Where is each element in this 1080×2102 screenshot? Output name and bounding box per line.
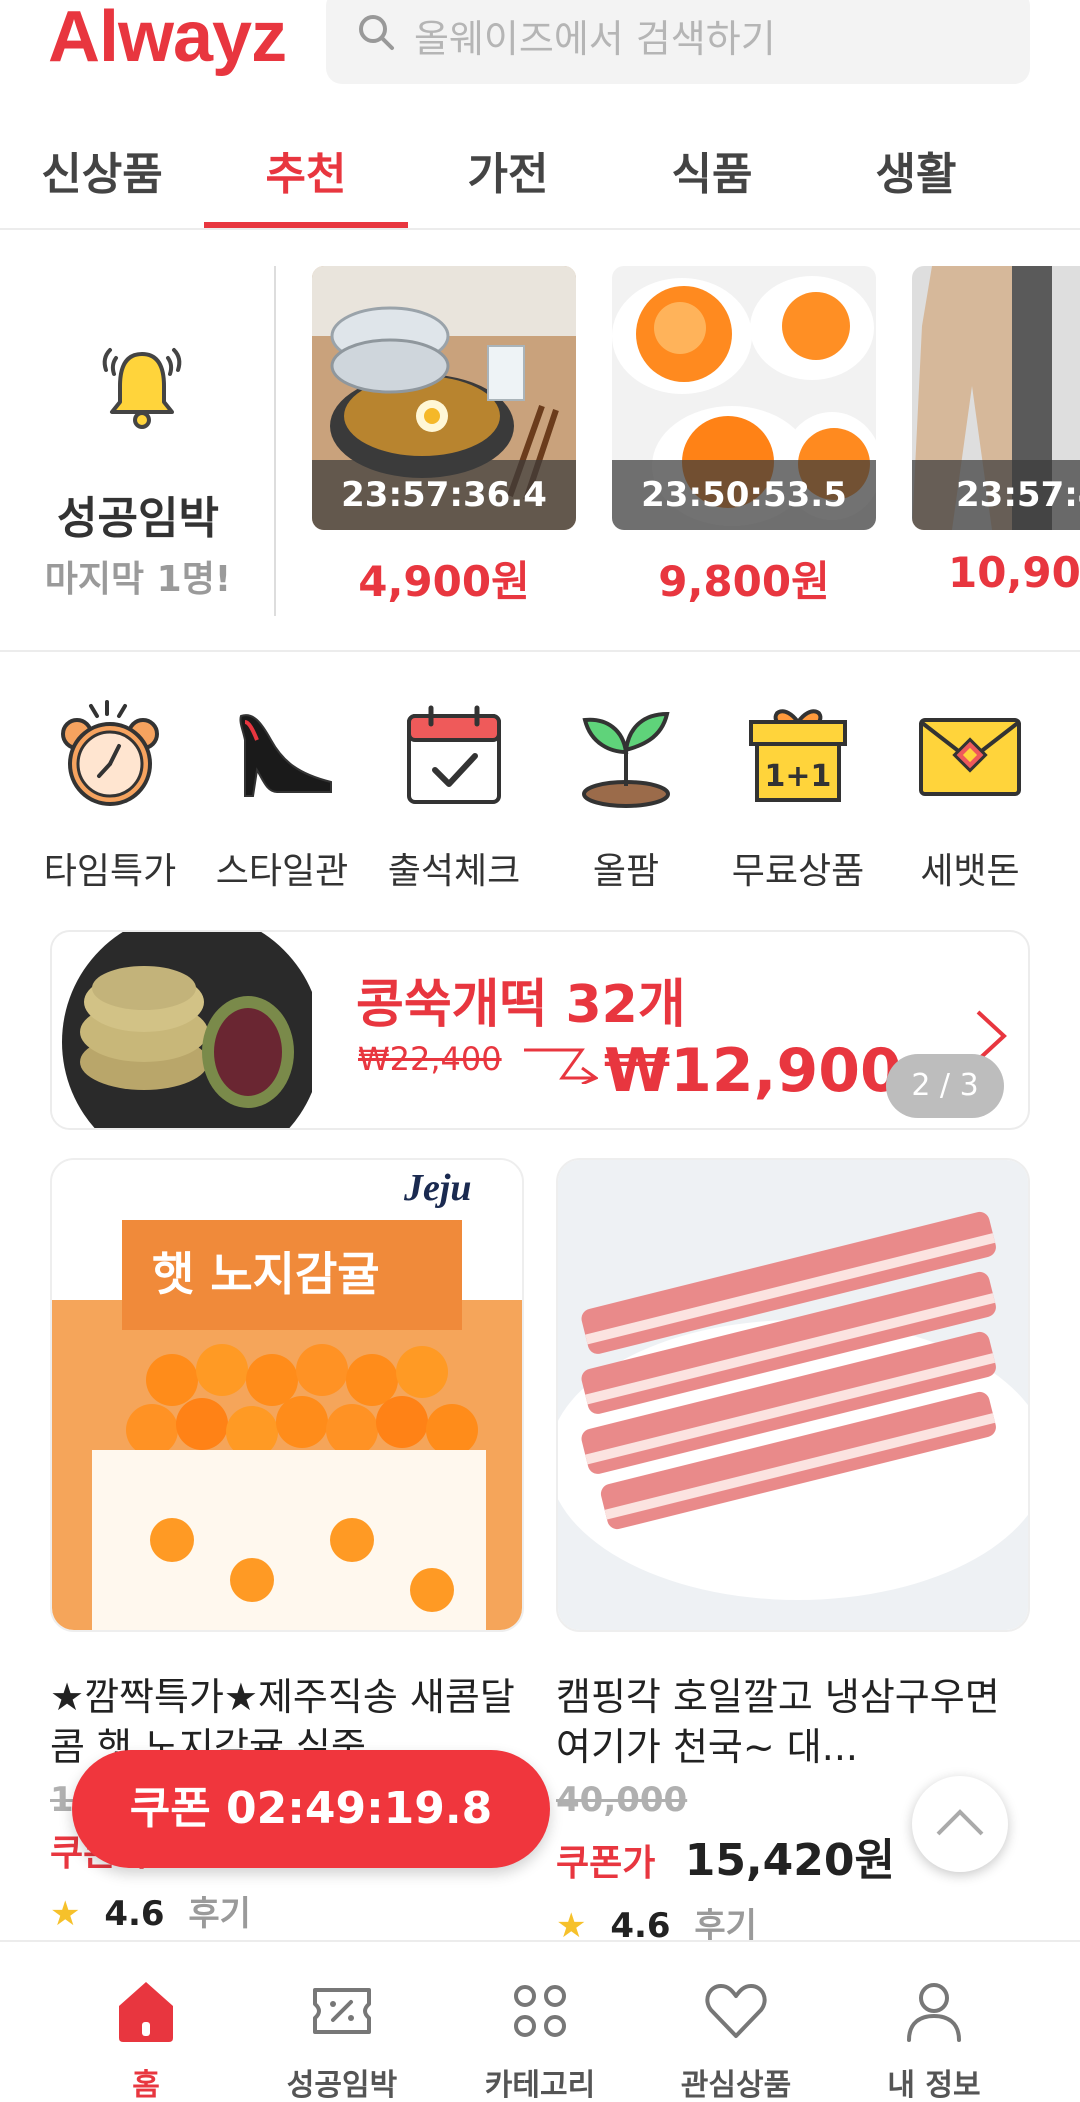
product-image: Jeju 햇 노지감귤 [50, 1158, 524, 1632]
coupon-price-label: 쿠폰가 [556, 1843, 656, 1884]
promo-banner[interactable]: 콩쑥개떡 32개 ₩22,400 ₩12,900 2 / 3 [50, 930, 1030, 1130]
star-icon: ★ [50, 1894, 81, 1934]
product-rating: ★ 4.6 후기 [50, 1886, 524, 1935]
tab-food[interactable]: 식품 [612, 138, 812, 202]
shortcut-label: 올팜 [592, 851, 660, 892]
person-icon [907, 1983, 961, 2042]
nav-my-info[interactable]: 내 정보 [834, 1976, 1034, 2102]
deal-card[interactable]: 23:57:36.4 4,900원 [312, 266, 576, 609]
category-tabs: 신상품 추천 가전 식품 생활 [0, 128, 1080, 230]
deal-price: 9,800원 [658, 557, 830, 606]
deal-timer: 23:50:53.5 [612, 460, 876, 530]
success-title: 성공임박 [57, 493, 219, 544]
banner-title: 콩쑥개떡 32개 [356, 975, 686, 1035]
active-tab-indicator [204, 222, 408, 228]
heart-icon [705, 1984, 767, 2038]
tab-recommended[interactable]: 추천 [206, 138, 406, 202]
shortcut-label: 출석체크 [387, 851, 521, 892]
search-placeholder: 올웨이즈에서 검색하기 [414, 17, 776, 61]
banner-new-price: ₩12,900 [604, 1036, 902, 1106]
shortcut-label: 무료상품 [731, 851, 865, 892]
deal-image: 23:57:36.4 [312, 266, 576, 530]
shortcut-allfarm[interactable]: 올팜 [540, 700, 712, 894]
grid-icon [514, 1985, 566, 2037]
app-logo[interactable]: Alwayz [48, 0, 287, 78]
home-icon [119, 1982, 173, 2042]
svg-text:1+1: 1+1 [765, 759, 832, 794]
shortcut-new-year-money[interactable]: 세뱃돈 [884, 700, 1056, 894]
banner-pager: 2 / 3 [886, 1054, 1004, 1118]
deal-image: 23:57:4 [912, 266, 1080, 530]
deal-timer: 23:57:36.4 [312, 460, 576, 530]
deal-price: 4,900원 [358, 557, 530, 606]
deal-image: 23:50:53.5 [612, 266, 876, 530]
product-price: 15,420원 [684, 1835, 895, 1886]
high-heel-icon [239, 714, 332, 797]
nav-wishlist[interactable]: 관심상품 [636, 1976, 836, 2102]
ticket-icon [313, 1988, 371, 2034]
search-bar[interactable]: 올웨이즈에서 검색하기 [326, 0, 1030, 84]
rating-value: 4.6 [104, 1894, 165, 1934]
nav-label: 내 정보 [887, 2068, 981, 2102]
deal-price: 10,90 [948, 548, 1080, 597]
success-imminent-section: 성공임박 마지막 1명! 23:57:36.4 4,900원 23:50:53.… [0, 232, 1080, 652]
alarm-clock-icon [61, 700, 159, 806]
jeju-brand-mark: Jeju [404, 1167, 472, 1209]
nav-success-imminent[interactable]: 성공임박 [242, 1976, 442, 2102]
scroll-to-top-button[interactable] [912, 1776, 1008, 1872]
success-subtitle: 마지막 1명! [44, 559, 232, 600]
product-name: 캠핑각 호일깔고 냉삼구우면 여기가 천국~ 대... [556, 1675, 1000, 1769]
nav-category[interactable]: 카테고리 [440, 1976, 640, 2102]
shortcut-style[interactable]: 스타일관 [196, 700, 368, 894]
search-icon [359, 15, 394, 50]
nav-home[interactable]: 홈 [46, 1976, 246, 2102]
bottom-navigation: 홈 성공임박 카테고리 관심상품 내 정보 [0, 1940, 1080, 2102]
shortcut-label: 스타일관 [215, 851, 349, 892]
divider [274, 266, 276, 616]
sprout-icon [582, 711, 670, 808]
deal-timer: 23:57:4 [912, 460, 1080, 530]
bell-icon [102, 348, 182, 429]
envelope-icon [919, 718, 1021, 796]
nav-label: 관심상품 [680, 2068, 792, 2102]
chevron-up-icon [936, 1809, 984, 1836]
banner-old-price: ₩22,400 [358, 1040, 502, 1078]
deal-card[interactable]: 23:50:53.5 9,800원 [612, 266, 876, 609]
deal-card[interactable]: 23:57:4 10,90 [912, 266, 1080, 597]
shortcut-attendance[interactable]: 출석체크 [368, 700, 540, 894]
nav-label: 홈 [132, 2068, 160, 2102]
tab-new[interactable]: 신상품 [2, 138, 202, 202]
shortcut-time-deal[interactable]: 타임특가 [24, 700, 196, 894]
shortcut-label: 세뱃돈 [920, 851, 1020, 892]
review-label: 후기 [188, 1894, 251, 1934]
nav-label: 성공임박 [286, 2068, 398, 2102]
shortcut-menu: 타임특가 스타일관 출석체크 올팜 1+1 무료상품 세뱃돈 [0, 700, 1080, 900]
box-text: 햇 노지감귤 [152, 1247, 380, 1301]
product-image [556, 1158, 1030, 1632]
arrow-right-icon [524, 1048, 598, 1084]
gift-box-icon: 1+1 [749, 709, 847, 802]
top-header: Alwayz 올웨이즈에서 검색하기 [0, 0, 1080, 100]
tab-living[interactable]: 생활 [816, 138, 1016, 202]
shortcut-free-products[interactable]: 1+1 무료상품 [712, 700, 884, 894]
tab-appliances[interactable]: 가전 [408, 138, 608, 202]
shortcut-label: 타임특가 [43, 851, 177, 892]
nav-label: 카테고리 [484, 2068, 596, 2102]
calendar-check-icon [407, 705, 501, 804]
banner-image [52, 932, 312, 1128]
coupon-timer-button[interactable]: 쿠폰 02:49:19.8 [72, 1750, 550, 1868]
